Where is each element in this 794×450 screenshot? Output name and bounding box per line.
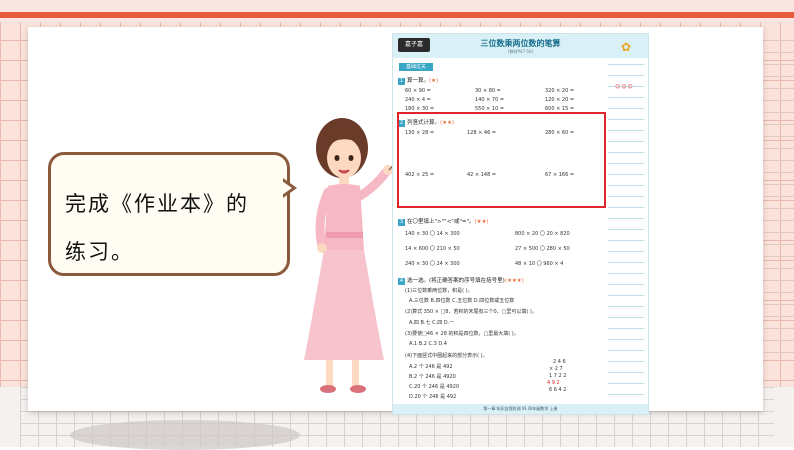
section-1-number: 1 <box>398 78 405 85</box>
floor-shadow <box>70 420 300 450</box>
section-4-heading: 4 选一选。(将正确答案的序号填在括号里)(★★★) <box>398 276 524 285</box>
section-4-stars: (★★★) <box>504 278 524 284</box>
workbook-note-lines <box>608 64 644 404</box>
section-1-label: 算一算。 <box>407 78 430 84</box>
top-band <box>0 0 794 22</box>
comparison: 240 × 30 〇 24 × 300 <box>405 261 460 267</box>
comparison: 48 × 10 〇 960 × 4 <box>515 261 564 267</box>
section-3-number: 3 <box>398 219 405 226</box>
section-3-stars: (★★) <box>474 219 489 225</box>
rating-faces: ☺☺☺ <box>615 84 634 90</box>
section-4-number: 4 <box>398 278 405 285</box>
bubble-line-1: 完成《作业本》的 <box>65 192 249 216</box>
comparison: 140 × 30 〇 14 × 300 <box>405 231 460 237</box>
top-stripe <box>0 12 794 18</box>
right-decor-lines <box>764 40 794 360</box>
section-1-stars: (★) <box>429 78 439 84</box>
bubble-line-2: 练习。 <box>65 240 134 264</box>
comparison: 800 × 20 〇 20 × 820 <box>515 231 570 237</box>
workbook-footer: 第一章 知识自我检测 91 四年级数学·上册 <box>393 404 648 414</box>
problem: 320 × 20 = <box>545 88 575 94</box>
teacher-illustration <box>304 118 399 393</box>
problem: 140 × 70 = <box>475 97 505 103</box>
flower-icon: ✿ <box>621 40 632 54</box>
comparison: 27 × 500 〇 280 × 50 <box>515 246 570 252</box>
workbook-page: 嘉子嘉 三位数乘两位数的笔算 (教材P47-50) ✿ ☺☺☺ 基础过关 1 算一… <box>392 33 649 415</box>
section-3-label: 在〇里填上">""<"或"="。 <box>407 219 475 225</box>
workbook-title: 三位数乘两位数的笔算 <box>480 39 561 48</box>
section-3-heading: 3 在〇里填上">""<"或"="。(★★) <box>398 217 489 226</box>
highlight-box <box>397 112 606 208</box>
problem: 30 × 80 = <box>475 88 501 94</box>
problem: 120 × 20 = <box>545 97 575 103</box>
bubble-text: 完成《作业本》的 练习。 <box>65 180 275 276</box>
problem: 240 × 4 = <box>405 97 431 103</box>
section-tag: 基础过关 <box>399 63 433 71</box>
section-1-heading: 1 算一算。(★) <box>398 76 438 85</box>
workbook-logo: 嘉子嘉 <box>398 38 430 52</box>
section-4-label: 选一选。(将正确答案的序号填在括号里) <box>407 278 505 284</box>
comparison: 14 × 600 〇 210 × 50 <box>405 246 460 252</box>
workbook-subtitle: (教材P47-50) <box>507 49 534 54</box>
problem: 60 × 90 = <box>405 88 431 94</box>
